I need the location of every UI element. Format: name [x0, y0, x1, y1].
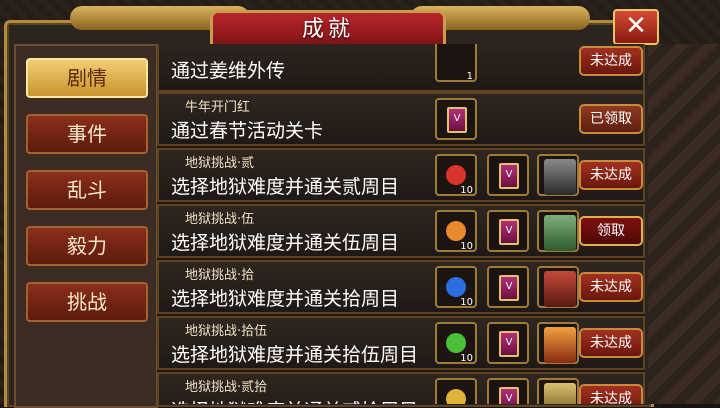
book-icon: V [499, 163, 519, 189]
achievement-title: 选择地狱难度并通关贰周目 [171, 176, 400, 198]
book-icon: V [499, 387, 519, 404]
achievement-subtitle: 地狱挑战·贰 [185, 156, 255, 171]
hero-portrait-icon [544, 271, 576, 307]
status-button[interactable]: 未达成 [579, 46, 643, 76]
hero-portrait-icon [544, 215, 576, 251]
tab-challenge[interactable]: 挑战 [26, 282, 148, 322]
title-bar: 成就 ✕ [0, 0, 720, 52]
achievement-subtitle: 地狱挑战·拾 [185, 268, 255, 283]
achievement-list[interactable]: 通过姜维外传 1 未达成 牛年开门红 通过春节活动关卡 V 已领取 地狱挑战·贰… [157, 44, 645, 404]
reward-slot[interactable]: V [487, 378, 529, 404]
hero-portrait-slot[interactable] [537, 266, 579, 308]
achievement-subtitle: 牛年开门红 [185, 100, 251, 115]
gem-orange-icon [446, 221, 466, 241]
tab-brawl[interactable]: 乱斗 [26, 170, 148, 210]
claim-button[interactable]: 领取 [579, 216, 643, 246]
achievement-subtitle: 地狱挑战·拾伍 [185, 324, 268, 339]
gem-blue-icon [446, 277, 466, 297]
reward-quantity: 10 [460, 353, 473, 364]
hero-portrait-icon [544, 383, 576, 404]
status-button[interactable]: 未达成 [579, 272, 643, 302]
achievement-subtitle: 地狱挑战·伍 [185, 212, 255, 227]
reward-slot[interactable]: 10 [435, 266, 477, 308]
achievement-title: 选择地狱难度并通关拾周目 [171, 288, 400, 310]
reward-quantity: 10 [460, 297, 473, 308]
status-button[interactable]: 已领取 [579, 104, 643, 134]
window-title: 成就 [301, 17, 354, 42]
reward-slot[interactable]: 1 [435, 44, 477, 82]
achievement-title: 通过姜维外传 [171, 60, 286, 82]
reward-slot[interactable]: V [487, 210, 529, 252]
achievement-row: 地狱挑战·拾伍 选择地狱难度并通关拾伍周目 10 V 未达成 [157, 316, 645, 370]
achievement-row: 地狱挑战·拾 选择地狱难度并通关拾周目 10 V 未达成 [157, 260, 645, 314]
gem-green-icon [446, 333, 466, 353]
reward-slot[interactable]: V [487, 266, 529, 308]
reward-slot[interactable]: 10 [435, 210, 477, 252]
book-icon: V [447, 107, 467, 133]
reward-quantity: 1 [466, 71, 473, 82]
hero-portrait-icon [544, 159, 576, 195]
status-button[interactable]: 未达成 [579, 160, 643, 190]
status-button[interactable]: 未达成 [579, 384, 643, 404]
reward-slot[interactable]: 10 [435, 154, 477, 196]
achievement-subtitle: 地狱挑战·贰拾 [185, 380, 268, 395]
hero-portrait-slot[interactable] [537, 378, 579, 404]
category-sidebar: 剧情 事件 乱斗 毅力 挑战 [14, 44, 158, 408]
achievement-row: 通过姜维外传 1 未达成 [157, 44, 645, 92]
background-decoration [648, 44, 720, 404]
achievement-row: 地狱挑战·贰拾 选择地狱难度并通关贰拾周目 V 未达成 [157, 372, 645, 404]
reward-slot[interactable]: V [487, 322, 529, 364]
tab-events[interactable]: 事件 [26, 114, 148, 154]
book-icon: V [499, 331, 519, 357]
reward-slot[interactable]: V [435, 98, 477, 140]
reward-quantity: 10 [460, 185, 473, 196]
achievement-title: 通过春节活动关卡 [171, 120, 324, 142]
reward-slot[interactable]: V [487, 154, 529, 196]
hero-portrait-slot[interactable] [537, 322, 579, 364]
achievement-title: 选择地狱难度并通关贰拾周目 [171, 396, 418, 404]
hero-portrait-slot[interactable] [537, 154, 579, 196]
gem-red-icon [446, 165, 466, 185]
tab-story[interactable]: 剧情 [26, 58, 148, 98]
reward-quantity: 10 [460, 241, 473, 252]
achievement-title: 选择地狱难度并通关伍周目 [171, 232, 400, 254]
reward-slot[interactable] [435, 378, 477, 404]
achievement-row: 牛年开门红 通过春节活动关卡 V 已领取 [157, 92, 645, 146]
achievement-title: 选择地狱难度并通关拾伍周目 [171, 344, 419, 366]
hero-portrait-icon [544, 327, 576, 363]
achievement-row: 地狱挑战·贰 选择地狱难度并通关贰周目 10 V 未达成 [157, 148, 645, 202]
achievement-row: 地狱挑战·伍 选择地狱难度并通关伍周目 10 V 领取 [157, 204, 645, 258]
book-icon: V [499, 275, 519, 301]
reward-slot[interactable]: 10 [435, 322, 477, 364]
book-icon: V [499, 219, 519, 245]
tab-perseverance[interactable]: 毅力 [26, 226, 148, 266]
status-button[interactable]: 未达成 [579, 328, 643, 358]
gem-gold-icon [446, 389, 466, 404]
hero-portrait-slot[interactable] [537, 210, 579, 252]
close-button[interactable]: ✕ [613, 9, 659, 45]
